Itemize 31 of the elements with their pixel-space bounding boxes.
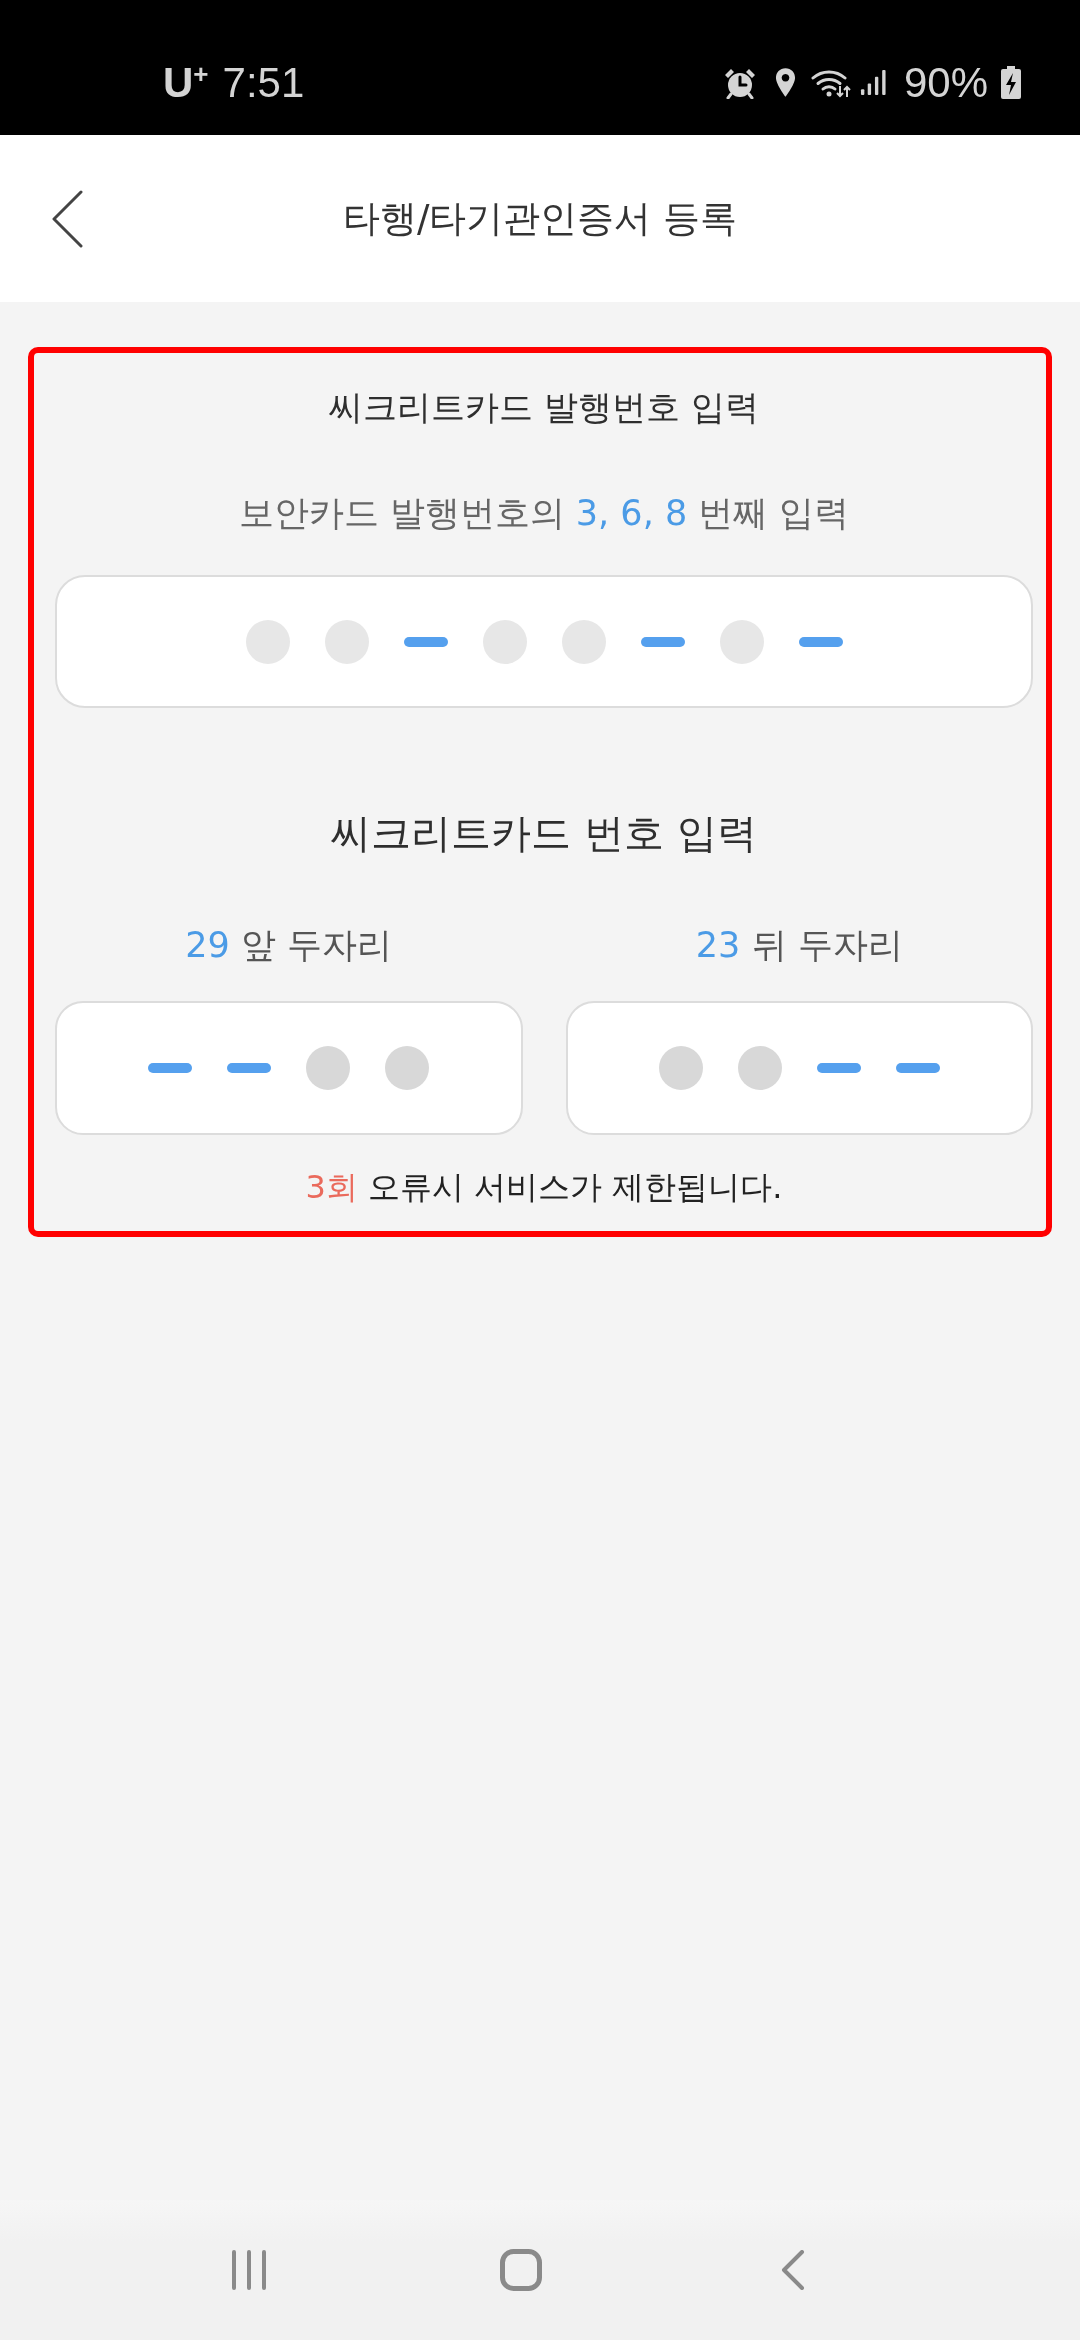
page-title: 타행/타기관인증서 등록 bbox=[342, 195, 738, 242]
dash-icon bbox=[227, 1063, 272, 1073]
back-icon[interactable] bbox=[51, 189, 83, 248]
warning-text: 3회 오류시 서비스가 제한됩니다. bbox=[305, 1167, 783, 1208]
battery-charging-icon bbox=[1000, 65, 1022, 100]
dash-icon bbox=[816, 1063, 861, 1073]
dash-icon bbox=[640, 636, 685, 647]
dot-icon bbox=[737, 1046, 782, 1090]
dot-icon bbox=[306, 1046, 351, 1090]
dash-icon bbox=[403, 636, 448, 647]
input-field[interactable] bbox=[55, 1001, 523, 1135]
dash-icon bbox=[798, 636, 843, 647]
digits-label: 29 앞 두자리 bbox=[185, 924, 393, 967]
input-field[interactable] bbox=[55, 575, 1033, 708]
status-time: 7:51 bbox=[222, 57, 305, 108]
section-title: 씨크리트카드 번호 입력 bbox=[331, 809, 757, 858]
battery-percent: 90% bbox=[903, 57, 988, 108]
carrier-label: U$^{+}$ bbox=[163, 57, 209, 108]
section-title: 씨크리트카드 발행번호 입력 bbox=[329, 386, 759, 429]
wifi-icon bbox=[810, 67, 851, 98]
dot-icon bbox=[658, 1046, 703, 1090]
dash-icon bbox=[895, 1063, 940, 1073]
digits-label: 23 뒤 두자리 bbox=[695, 924, 903, 967]
dot-icon bbox=[385, 1046, 430, 1090]
recent-apps-icon[interactable] bbox=[231, 2250, 267, 2290]
location-pin-icon bbox=[774, 67, 796, 98]
instruction-text: 보안카드 발행번호의 3, 6, 8 번째 입력 bbox=[238, 492, 850, 535]
home-icon[interactable] bbox=[500, 2249, 542, 2291]
input-field[interactable] bbox=[565, 1001, 1033, 1135]
signal-bars-icon bbox=[859, 69, 887, 96]
dash-icon bbox=[148, 1063, 193, 1073]
